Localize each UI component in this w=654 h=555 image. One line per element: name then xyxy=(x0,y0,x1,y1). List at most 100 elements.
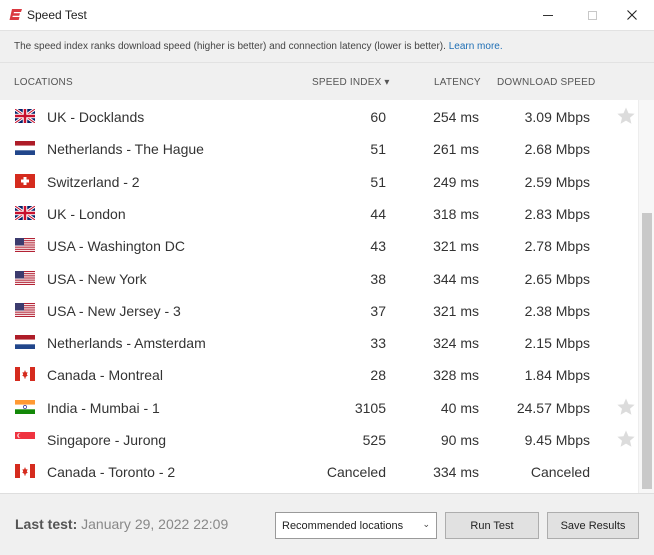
location-name: Netherlands - Amsterdam xyxy=(47,335,206,352)
last-test-date: January 29, 2022 22:09 xyxy=(81,516,229,532)
table-row[interactable]: Netherlands - The Hague 51 261 ms 2.68 Mbps xyxy=(0,133,638,165)
location-name: Netherlands - The Hague xyxy=(47,141,204,158)
latency-value: 90 ms xyxy=(440,432,479,448)
location-name: UK - London xyxy=(47,205,126,222)
location-name: USA - Washington DC xyxy=(47,238,185,255)
last-test: Last test: January 29, 2022 22:09 xyxy=(15,516,228,532)
star-icon[interactable] xyxy=(616,106,636,126)
latency-value: 254 ms xyxy=(433,109,479,125)
header-latency[interactable]: LATENCY xyxy=(434,77,481,88)
flag-uk-icon xyxy=(15,109,35,123)
latency-value: 321 ms xyxy=(433,238,479,255)
table-row[interactable]: UK - Docklands 60 254 ms 3.09 Mbps xyxy=(0,101,638,133)
flag-us-icon xyxy=(15,270,35,285)
learn-more-link[interactable]: Learn more. xyxy=(449,41,503,52)
location-name: India - Mumbai - 1 xyxy=(47,399,160,416)
location-name: USA - New York xyxy=(47,270,147,287)
table-row[interactable]: USA - New Jersey - 3 37 321 ms 2.38 Mbps xyxy=(0,295,638,327)
speed-index-value: 51 xyxy=(370,173,386,190)
speed-index-value: 525 xyxy=(362,432,386,448)
flag-ca-icon xyxy=(15,367,35,382)
download-speed-value: 2.59 Mbps xyxy=(524,173,590,190)
close-button[interactable] xyxy=(610,0,654,30)
download-speed-value: 2.68 Mbps xyxy=(524,141,590,158)
location-name: Canada - Toronto - 2 xyxy=(47,464,176,481)
table-row[interactable]: Canada - Toronto - 2 Canceled 334 ms Cancel… xyxy=(0,456,638,488)
table-row[interactable]: USA - Washington DC 43 321 ms 2.78 Mbps xyxy=(0,230,638,262)
speed-index-value: 43 xyxy=(370,238,386,255)
flag-sg-icon xyxy=(15,432,35,446)
header-speed-index[interactable]: SPEED INDEX ▾ xyxy=(312,77,390,88)
flag-us-icon xyxy=(15,302,35,317)
save-results-button[interactable]: Save Results xyxy=(547,512,639,539)
table-row[interactable]: Singapore - Jurong 525 90 ms 9.45 Mbps xyxy=(0,424,638,456)
download-speed-value: 24.57 Mbps xyxy=(516,399,590,416)
locations-list[interactable]: UK - Docklands 60 254 ms 3.09 Mbps Netherlan… xyxy=(0,100,638,493)
download-speed-value: 1.84 Mbps xyxy=(524,367,590,384)
download-speed-value: 2.83 Mbps xyxy=(524,205,590,222)
column-header: LOCATIONS SPEED INDEX ▾ LATENCY DOWNLOAD… xyxy=(0,62,654,100)
speed-index-value: 28 xyxy=(370,367,386,384)
speed-index-value: 37 xyxy=(370,302,386,319)
table-row[interactable]: UK - London 44 318 ms 2.83 Mbps xyxy=(0,198,638,230)
flag-nl-icon xyxy=(15,335,35,350)
download-speed-value: Canceled xyxy=(530,464,590,481)
latency-value: 318 ms xyxy=(433,205,479,222)
header-download-speed[interactable]: DOWNLOAD SPEED xyxy=(497,77,595,88)
table-row[interactable]: USA - New York 38 344 ms 2.65 Mbps xyxy=(0,263,638,295)
latency-value: 40 ms xyxy=(440,399,479,416)
table-row[interactable]: Canada - Montreal 28 328 ms 1.84 Mbps xyxy=(0,359,638,391)
run-test-button[interactable]: Run Test xyxy=(445,512,539,539)
speed-index-value: Canceled xyxy=(326,464,386,481)
latency-value: 249 ms xyxy=(433,173,479,190)
location-name: Singapore - Jurong xyxy=(47,432,167,448)
latency-value: 328 ms xyxy=(433,367,479,384)
speed-index-value: 3105 xyxy=(354,399,386,416)
location-name: USA - New Jersey - 3 xyxy=(47,302,181,319)
window-title: Speed Test xyxy=(27,8,87,22)
location-name: UK - Docklands xyxy=(47,109,145,125)
footer: Last test: January 29, 2022 22:09 Recomm… xyxy=(0,493,654,555)
scrollbar-thumb[interactable] xyxy=(642,213,652,489)
minimize-button[interactable] xyxy=(526,0,570,30)
flag-ca-icon xyxy=(15,464,35,479)
speed-index-value: 44 xyxy=(370,205,386,222)
minimize-icon xyxy=(543,14,553,16)
chevron-down-icon: ⌄ xyxy=(422,519,430,529)
expressvpn-logo-icon xyxy=(9,9,22,20)
flag-ch-icon xyxy=(15,173,35,188)
table-row[interactable]: India - Mumbai - 1 3105 40 ms 24.57 Mbps xyxy=(0,392,638,424)
latency-value: 334 ms xyxy=(433,464,479,481)
latency-value: 321 ms xyxy=(433,302,479,319)
last-test-label: Last test: xyxy=(15,516,78,532)
location-select-value: Recommended locations xyxy=(282,520,404,532)
speed-index-value: 33 xyxy=(370,335,386,352)
speed-index-value: 38 xyxy=(370,270,386,287)
maximize-icon xyxy=(587,10,597,20)
speed-index-value: 60 xyxy=(370,109,386,125)
latency-value: 324 ms xyxy=(433,335,479,352)
download-speed-value: 2.15 Mbps xyxy=(524,335,590,352)
info-bar: The speed index ranks download speed (hi… xyxy=(0,30,654,62)
location-name: Switzerland - 2 xyxy=(47,173,140,190)
flag-us-icon xyxy=(15,238,35,253)
table-row[interactable]: Switzerland - 2 51 249 ms 2.59 Mbps xyxy=(0,166,638,198)
scrollbar[interactable] xyxy=(638,100,654,493)
info-description: The speed index ranks download speed (hi… xyxy=(14,41,446,52)
flag-in-icon xyxy=(15,399,35,414)
download-speed-value: 2.65 Mbps xyxy=(524,270,590,287)
title-bar: Speed Test xyxy=(0,0,654,30)
header-locations[interactable]: LOCATIONS xyxy=(14,77,73,88)
close-icon xyxy=(627,10,637,20)
flag-nl-icon xyxy=(15,141,35,156)
star-icon[interactable] xyxy=(616,429,636,449)
latency-value: 344 ms xyxy=(433,270,479,287)
table-row[interactable]: Netherlands - Amsterdam 33 324 ms 2.15 Mbps xyxy=(0,327,638,359)
location-select[interactable]: Recommended locations ⌄ xyxy=(275,512,437,539)
download-speed-value: 9.45 Mbps xyxy=(524,432,590,448)
download-speed-value: 2.38 Mbps xyxy=(524,302,590,319)
maximize-button[interactable] xyxy=(570,0,614,30)
download-speed-value: 2.78 Mbps xyxy=(524,238,590,255)
speed-index-value: 51 xyxy=(370,141,386,158)
star-icon[interactable] xyxy=(616,397,636,417)
